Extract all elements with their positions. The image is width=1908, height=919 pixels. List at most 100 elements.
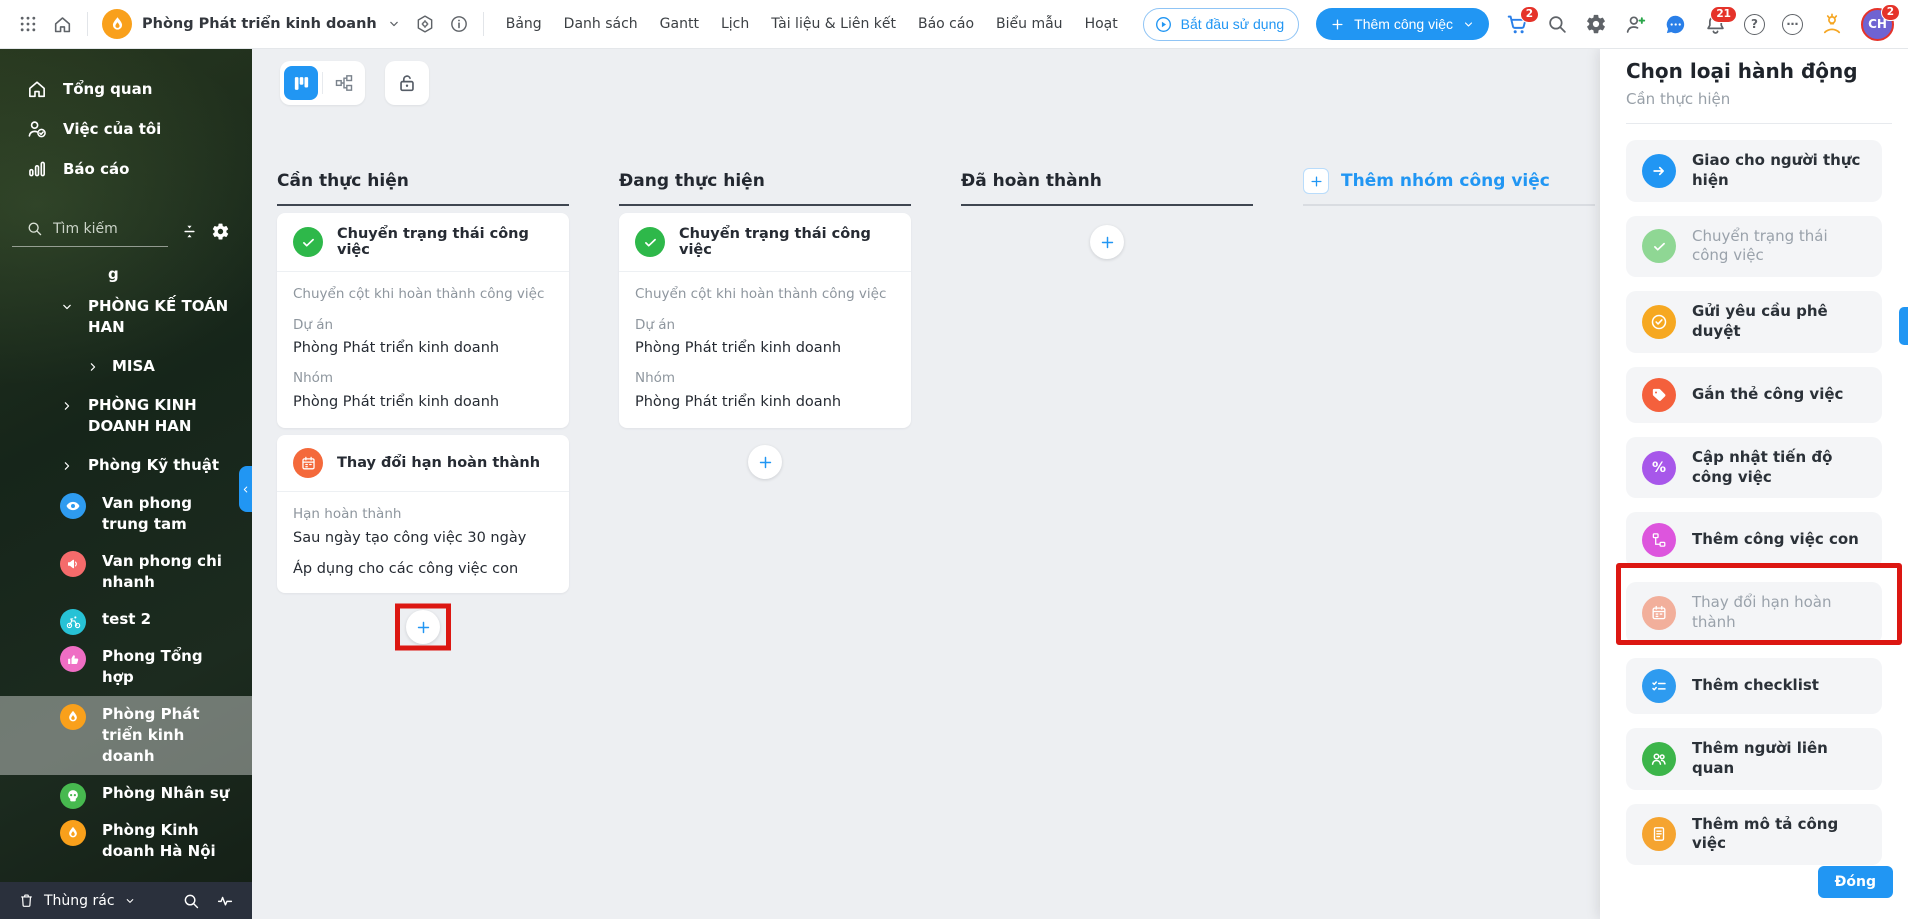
- sidebar-dept-phong-kinh-doanh-ha-noi[interactable]: Phòng Kinh doanh Hà Nội: [0, 812, 252, 870]
- action-type-panel: Chọn loại hành động Cần thực hiện Giao c…: [1600, 49, 1908, 919]
- home-icon[interactable]: [52, 14, 73, 35]
- avatar[interactable]: CH 2: [1861, 3, 1900, 41]
- avatar-badge: 2: [1880, 3, 1900, 21]
- column-title: Đã hoàn thành: [961, 171, 1102, 191]
- trash-label[interactable]: Thùng rác: [44, 893, 115, 909]
- action-list: Giao cho người thực hiện Chuyển trạng th…: [1616, 140, 1902, 866]
- chevron-right-icon: [86, 360, 100, 374]
- tree-view-button[interactable]: [327, 66, 361, 100]
- group-letter: g: [108, 265, 119, 283]
- start-using-button[interactable]: Bắt đầu sử dụng: [1142, 7, 1300, 41]
- sidebar-dept-phong-nhan-su[interactable]: Phòng Nhân sự: [0, 775, 252, 812]
- activity-pulse-icon[interactable]: [216, 892, 234, 910]
- search-input[interactable]: [53, 220, 143, 237]
- nav-form[interactable]: Biểu mẫu: [996, 16, 1063, 32]
- chevron-down-icon: [124, 895, 136, 907]
- help-icon[interactable]: ?: [1744, 13, 1765, 35]
- column-da-hoan-thanh: Đã hoàn thành: [961, 167, 1253, 266]
- action-add-description[interactable]: Thêm mô tả công việc: [1626, 803, 1882, 866]
- action-assign[interactable]: Giao cho người thực hiện: [1626, 140, 1882, 202]
- automation-card-deadline[interactable]: Thay đổi hạn hoàn thành Hạn hoàn thành S…: [277, 435, 569, 594]
- nav-report[interactable]: Báo cáo: [918, 16, 974, 32]
- main-nav: Bảng Danh sách Gantt Lịch Tài liệu & Liê…: [506, 16, 1118, 32]
- column-underline: [277, 204, 569, 206]
- sidebar-dept-test-2[interactable]: test 2: [0, 601, 252, 638]
- add-automation-button[interactable]: [1090, 225, 1124, 259]
- cart-icon[interactable]: 2: [1506, 5, 1539, 36]
- search-box[interactable]: [12, 215, 168, 247]
- add-user-icon[interactable]: [1624, 13, 1647, 36]
- sidebar-collapse-handle[interactable]: [239, 466, 252, 512]
- nav-board[interactable]: Bảng: [506, 16, 542, 32]
- nav-gantt[interactable]: Gantt: [660, 16, 699, 32]
- collapse-all-icon[interactable]: [180, 222, 199, 241]
- edge-tab[interactable]: [1899, 307, 1908, 345]
- skull-icon: [60, 783, 86, 809]
- action-add-checklist[interactable]: Thêm checklist: [1626, 657, 1882, 714]
- column-underline: [619, 204, 911, 206]
- chat-icon[interactable]: [1664, 13, 1687, 36]
- sidebar-dept-van-phong-chi-nhanh[interactable]: Van phong chi nhanh: [0, 543, 252, 601]
- search-icon[interactable]: [1546, 13, 1568, 35]
- add-group-button[interactable]: Thêm nhóm công việc: [1303, 167, 1595, 195]
- column-title: Cần thực hiện: [277, 171, 409, 191]
- home-icon: [26, 78, 48, 100]
- play-icon: [1154, 15, 1173, 34]
- add-task-button[interactable]: Thêm công việc: [1316, 8, 1489, 40]
- search-icon: [26, 220, 43, 237]
- settings-gear-icon[interactable]: [1585, 13, 1607, 35]
- action-add-related-people[interactable]: Thêm người liên quan: [1626, 727, 1882, 790]
- nav-documents[interactable]: Tài liệu & Liên kết: [771, 16, 896, 32]
- subtask-icon: [1642, 523, 1676, 558]
- sidebar-item-report[interactable]: Báo cáo: [0, 149, 252, 189]
- sidebar-group-phong-kinh-doanh-han[interactable]: PHÒNG KINH DOANH HAN: [0, 386, 252, 446]
- training-idea-icon[interactable]: [1820, 12, 1844, 36]
- apps-grid-icon[interactable]: [18, 14, 38, 34]
- nav-calendar[interactable]: Lịch: [721, 16, 749, 32]
- sidebar-group-phong-ke-toan-han[interactable]: PHÒNG KẾ TOÁN HAN: [0, 287, 252, 347]
- nav-list[interactable]: Danh sách: [564, 16, 638, 32]
- sidebar-group-phong-ky-thuat[interactable]: Phòng Kỹ thuật: [0, 446, 252, 485]
- automation-card-status[interactable]: Chuyển trạng thái công việc Chuyển cột k…: [619, 213, 911, 429]
- chevron-down-icon: [1462, 18, 1475, 31]
- eye-icon: [60, 493, 86, 519]
- arrow-right-icon: [1642, 153, 1676, 188]
- nav-activity[interactable]: Hoạt: [1085, 16, 1118, 32]
- calendar-icon: [1642, 596, 1676, 631]
- action-add-tag[interactable]: Gắn thẻ công việc: [1626, 366, 1882, 423]
- chevron-down-icon: [387, 17, 401, 31]
- document-icon: [1642, 817, 1676, 852]
- sidebar-item-my-tasks[interactable]: Việc của tôi: [0, 109, 252, 149]
- sidebar-group-misa[interactable]: MISA: [0, 347, 252, 386]
- workspace-selector[interactable]: Phòng Phát triển kinh doanh: [102, 9, 401, 39]
- action-update-progress[interactable]: % Cập nhật tiến độ công việc: [1626, 436, 1882, 499]
- droplet-icon: [60, 820, 86, 846]
- trash-search-icon[interactable]: [182, 892, 200, 910]
- check-icon: [293, 227, 323, 257]
- add-automation-button[interactable]: [406, 610, 440, 645]
- unlock-button[interactable]: [385, 61, 429, 105]
- action-change-deadline: Thay đổi hạn hoàn thành: [1626, 582, 1882, 644]
- automation-card-status[interactable]: Chuyển trạng thái công việc Chuyển cột k…: [277, 213, 569, 429]
- more-icon[interactable]: ⋯: [1782, 13, 1803, 35]
- close-button[interactable]: Đóng: [1817, 866, 1893, 898]
- kanban-view-button[interactable]: [284, 66, 318, 100]
- card-description: Chuyển cột khi hoàn thành công việc: [293, 286, 545, 302]
- board-columns: Cần thực hiện Chuyển trạng thái công việ…: [277, 167, 1595, 651]
- sidebar-item-overview[interactable]: Tổng quan: [0, 69, 252, 109]
- sidebar-dept-phong-phat-trien-kinh-doanh[interactable]: Phòng Phát triển kinh doanh: [0, 696, 252, 775]
- sidebar-dept-phong-tong-hop[interactable]: Phong Tổng hợp: [0, 638, 252, 696]
- action-send-approval[interactable]: Gửi yêu cầu phê duyệt: [1626, 291, 1882, 353]
- add-automation-button[interactable]: [748, 445, 782, 480]
- tree-settings-gear-icon[interactable]: [211, 222, 230, 241]
- action-change-status: Chuyển trạng thái công việc: [1626, 215, 1882, 278]
- sidebar-dept-van-phong-trung-tam[interactable]: Van phong trung tam: [0, 485, 252, 543]
- check-icon: [1642, 229, 1676, 264]
- people-icon: [1642, 741, 1676, 776]
- view-toggle-group: [280, 61, 365, 105]
- action-add-subtask[interactable]: Thêm công việc con: [1626, 512, 1882, 569]
- percent-icon: %: [1642, 450, 1676, 485]
- info-icon[interactable]: [449, 14, 469, 34]
- workspace-settings-icon[interactable]: [415, 14, 435, 34]
- notifications-bell-icon[interactable]: 21: [1704, 5, 1737, 36]
